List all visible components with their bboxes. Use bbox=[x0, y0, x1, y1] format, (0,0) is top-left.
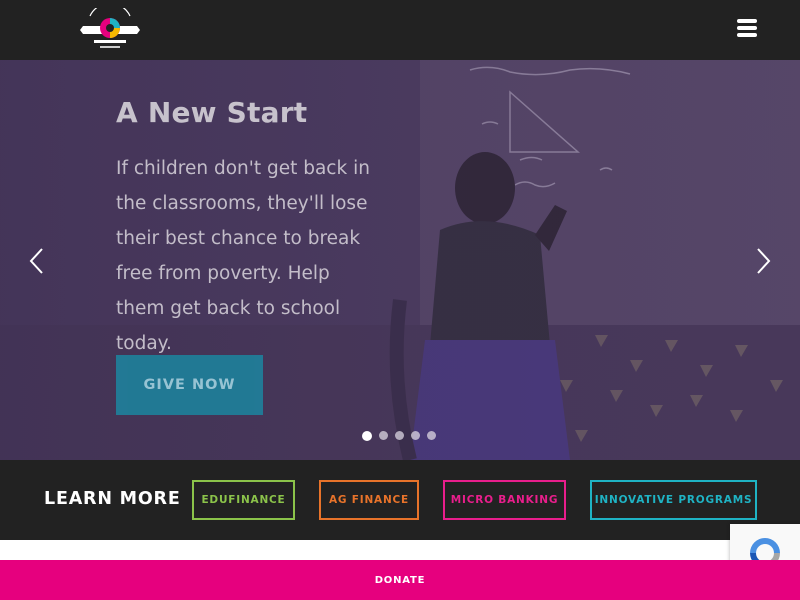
slider-dot-2[interactable] bbox=[379, 431, 388, 440]
chevron-left-icon[interactable] bbox=[27, 246, 47, 276]
slider-dot-3[interactable] bbox=[395, 431, 404, 440]
slide-description: If children don't get back in the classr… bbox=[116, 158, 370, 354]
micro-banking-button[interactable]: MICRO BANKING bbox=[443, 480, 566, 520]
hero-slider: A New Start If children don't get back i… bbox=[0, 60, 800, 460]
innovative-programs-button[interactable]: INNOVATIVE PROGRAMS bbox=[590, 480, 757, 520]
site-header bbox=[0, 0, 800, 60]
learn-more-heading: LEARN MORE bbox=[44, 489, 181, 509]
slider-dot-5[interactable] bbox=[427, 431, 436, 440]
donate-bar[interactable]: DONATE bbox=[0, 560, 800, 600]
slide-title: A New Start bbox=[116, 96, 308, 129]
give-now-button[interactable]: GIVE NOW bbox=[116, 355, 263, 415]
chevron-right-icon[interactable] bbox=[753, 246, 773, 276]
learn-more-bar: LEARN MORE EDUFINANCE AG FINANCE MICRO B… bbox=[0, 460, 800, 540]
donate-label: DONATE bbox=[374, 574, 426, 586]
site-logo[interactable] bbox=[80, 2, 140, 54]
slider-dot-1[interactable] bbox=[362, 430, 372, 441]
ag-finance-button[interactable]: AG FINANCE bbox=[319, 480, 419, 520]
hamburger-menu-icon[interactable] bbox=[737, 19, 759, 39]
logo-icon bbox=[80, 2, 140, 48]
content-strip bbox=[0, 540, 800, 560]
edufinance-button[interactable]: EDUFINANCE bbox=[192, 480, 295, 520]
slider-dot-4[interactable] bbox=[411, 431, 420, 440]
